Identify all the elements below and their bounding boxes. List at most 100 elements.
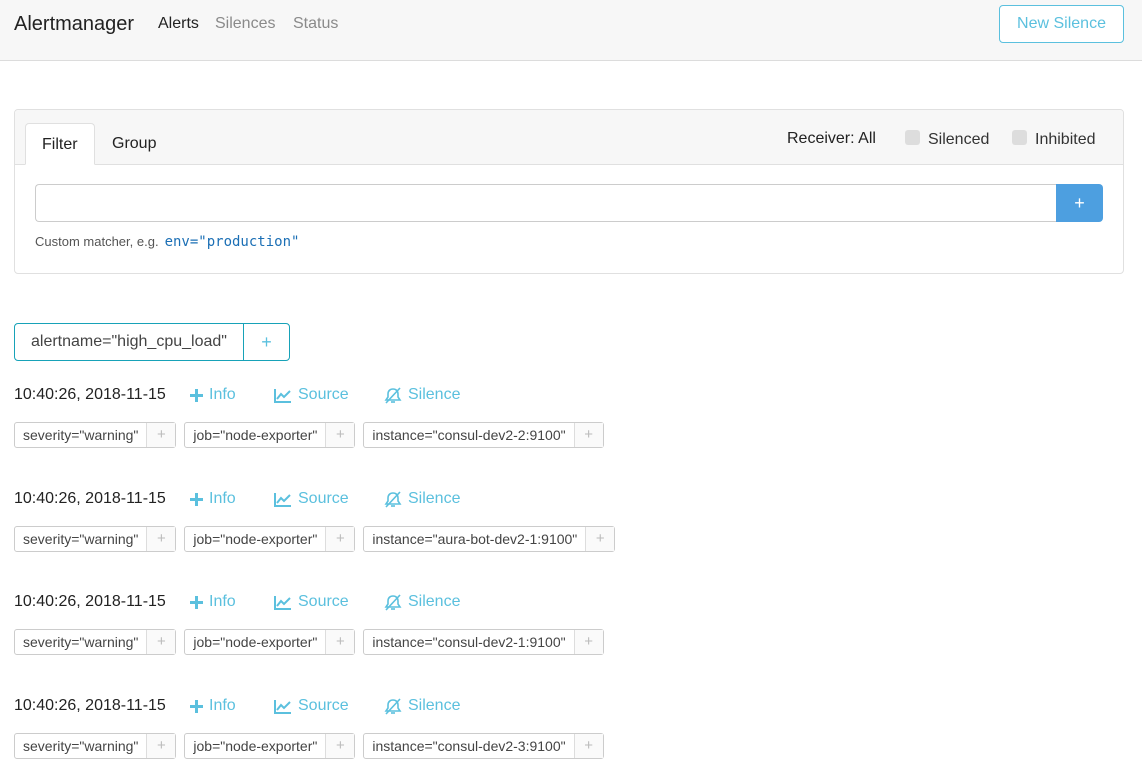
info-link[interactable]: Info bbox=[190, 386, 236, 404]
silence-label: Silence bbox=[408, 697, 461, 714]
label-chip-add-button[interactable]: + bbox=[147, 423, 176, 447]
alert-labels: severity="warning" + job="node-exporter" + i… bbox=[14, 733, 612, 759]
silence-link[interactable]: Silence bbox=[384, 697, 460, 715]
bell-slash-icon bbox=[384, 593, 402, 611]
info-label: Info bbox=[209, 593, 236, 610]
source-link[interactable]: Source bbox=[274, 386, 349, 404]
source-label: Source bbox=[298, 386, 349, 403]
label-chip-text[interactable]: job="node-exporter" bbox=[185, 527, 327, 551]
alert-item: 10:40:26, 2018-11-15 Info Source Silence… bbox=[14, 488, 714, 552]
inhibited-label: Inhibited bbox=[1035, 131, 1096, 148]
label-chip: instance="consul-dev2-3:9100" + bbox=[363, 733, 604, 759]
info-label: Info bbox=[209, 697, 236, 714]
label-chip-text[interactable]: instance="consul-dev2-1:9100" bbox=[364, 630, 575, 654]
label-chip-add-button[interactable]: + bbox=[147, 527, 176, 551]
alert-header: 10:40:26, 2018-11-15 Info Source Silence bbox=[14, 488, 714, 518]
source-link[interactable]: Source bbox=[274, 490, 349, 508]
label-chip-text[interactable]: instance="consul-dev2-3:9100" bbox=[364, 734, 575, 758]
group-add-button[interactable]: + bbox=[244, 324, 289, 360]
label-chip: instance="consul-dev2-1:9100" + bbox=[363, 629, 604, 655]
label-chip-add-button[interactable]: + bbox=[586, 527, 615, 551]
bell-slash-icon bbox=[384, 490, 402, 508]
bell-slash-icon bbox=[384, 697, 402, 715]
group-label-text[interactable]: alertname="high_cpu_load" bbox=[15, 324, 244, 360]
label-chip-text[interactable]: instance="aura-bot-dev2-1:9100" bbox=[364, 527, 587, 551]
nav-status[interactable]: Status bbox=[293, 15, 338, 33]
tab-group[interactable]: Group bbox=[96, 123, 172, 165]
label-chip-text[interactable]: job="node-exporter" bbox=[185, 734, 327, 758]
group-label: alertname="high_cpu_load" + bbox=[14, 323, 290, 361]
source-label: Source bbox=[298, 593, 349, 610]
source-link[interactable]: Source bbox=[274, 697, 349, 715]
label-chip-add-button[interactable]: + bbox=[326, 527, 355, 551]
label-chip-text[interactable]: instance="consul-dev2-2:9100" bbox=[364, 423, 575, 447]
alert-labels: severity="warning" + job="node-exporter" + i… bbox=[14, 526, 623, 552]
plus-icon bbox=[190, 492, 203, 506]
label-chip: job="node-exporter" + bbox=[184, 733, 356, 759]
alert-header: 10:40:26, 2018-11-15 Info Source Silence bbox=[14, 384, 714, 414]
info-link[interactable]: Info bbox=[190, 490, 236, 508]
label-chip: severity="warning" + bbox=[14, 733, 177, 759]
silence-label: Silence bbox=[408, 386, 461, 403]
silence-link[interactable]: Silence bbox=[384, 386, 460, 404]
label-chip-add-button[interactable]: + bbox=[147, 734, 176, 758]
label-chip-add-button[interactable]: + bbox=[326, 630, 355, 654]
plus-icon bbox=[190, 388, 203, 402]
label-chip: severity="warning" + bbox=[14, 526, 177, 552]
silenced-label: Silenced bbox=[928, 131, 990, 148]
filter-panel: Filter Group Receiver: All Silenced Inhi… bbox=[14, 109, 1124, 274]
silence-link[interactable]: Silence bbox=[384, 593, 460, 611]
alert-item: 10:40:26, 2018-11-15 Info Source Silence… bbox=[14, 591, 714, 655]
alert-timestamp: 10:40:26, 2018-11-15 bbox=[14, 697, 166, 714]
hint-text: Custom matcher, e.g. bbox=[35, 234, 159, 249]
chart-line-icon bbox=[274, 699, 291, 714]
label-chip: instance="aura-bot-dev2-1:9100" + bbox=[363, 526, 616, 552]
label-chip: job="node-exporter" + bbox=[184, 422, 356, 448]
label-chip-text[interactable]: severity="warning" bbox=[15, 630, 148, 654]
label-chip-text[interactable]: severity="warning" bbox=[15, 734, 148, 758]
label-chip: instance="consul-dev2-2:9100" + bbox=[363, 422, 604, 448]
checkbox-icon[interactable] bbox=[905, 130, 920, 145]
silenced-checkbox[interactable]: Silenced bbox=[905, 130, 989, 149]
filter-input[interactable] bbox=[35, 184, 1057, 222]
label-chip-text[interactable]: job="node-exporter" bbox=[185, 630, 327, 654]
new-silence-button[interactable]: New Silence bbox=[999, 5, 1124, 43]
chart-line-icon bbox=[274, 492, 291, 507]
silence-label: Silence bbox=[408, 490, 461, 507]
nav-alerts[interactable]: Alerts bbox=[158, 15, 199, 33]
receiver-selector[interactable]: Receiver: All bbox=[787, 130, 876, 148]
label-chip-add-button[interactable]: + bbox=[574, 734, 603, 758]
inhibited-checkbox[interactable]: Inhibited bbox=[1012, 130, 1096, 149]
label-chip-add-button[interactable]: + bbox=[326, 734, 355, 758]
alert-timestamp: 10:40:26, 2018-11-15 bbox=[14, 386, 166, 403]
checkbox-icon[interactable] bbox=[1012, 130, 1027, 145]
alert-item: 10:40:26, 2018-11-15 Info Source Silence… bbox=[14, 695, 714, 759]
tab-filter[interactable]: Filter bbox=[25, 123, 95, 165]
silence-link[interactable]: Silence bbox=[384, 490, 460, 508]
navbar: Alertmanager Alerts Silences Status New … bbox=[0, 0, 1142, 61]
label-chip-text[interactable]: severity="warning" bbox=[15, 527, 148, 551]
source-label: Source bbox=[298, 697, 349, 714]
nav-silences[interactable]: Silences bbox=[215, 15, 275, 33]
info-link[interactable]: Info bbox=[190, 593, 236, 611]
alert-labels: severity="warning" + job="node-exporter" + i… bbox=[14, 422, 612, 448]
info-link[interactable]: Info bbox=[190, 697, 236, 715]
label-chip-text[interactable]: severity="warning" bbox=[15, 423, 148, 447]
chart-line-icon bbox=[274, 595, 291, 610]
filter-hint: Custom matcher, e.g. env="production" bbox=[35, 234, 299, 250]
label-chip-add-button[interactable]: + bbox=[326, 423, 355, 447]
plus-icon bbox=[190, 699, 203, 713]
alert-item: 10:40:26, 2018-11-15 Info Source Silence… bbox=[14, 384, 714, 448]
info-label: Info bbox=[209, 490, 236, 507]
chart-line-icon bbox=[274, 388, 291, 403]
label-chip-add-button[interactable]: + bbox=[574, 423, 603, 447]
label-chip: severity="warning" + bbox=[14, 629, 177, 655]
silence-label: Silence bbox=[408, 593, 461, 610]
label-chip-add-button[interactable]: + bbox=[147, 630, 176, 654]
label-chip-text[interactable]: job="node-exporter" bbox=[185, 423, 327, 447]
brand-title[interactable]: Alertmanager bbox=[14, 13, 134, 36]
label-chip-add-button[interactable]: + bbox=[574, 630, 603, 654]
alert-timestamp: 10:40:26, 2018-11-15 bbox=[14, 490, 166, 507]
add-filter-button[interactable]: + bbox=[1056, 184, 1103, 222]
source-link[interactable]: Source bbox=[274, 593, 349, 611]
